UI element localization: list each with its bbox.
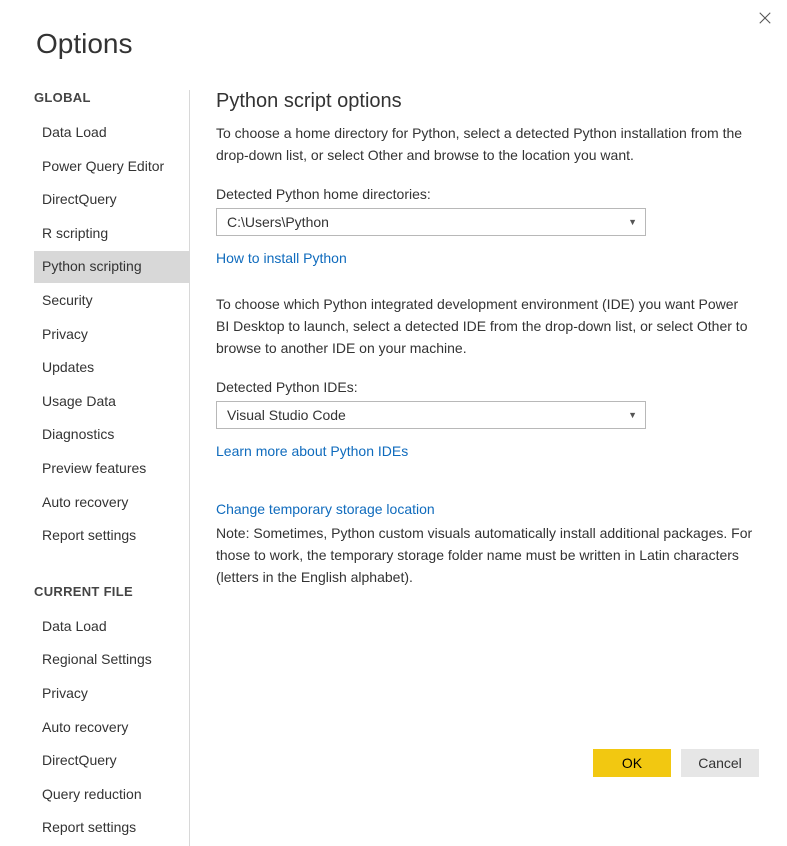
install-python-link[interactable]: How to install Python bbox=[216, 250, 347, 266]
sidebar-item-auto-recovery[interactable]: Auto recovery bbox=[34, 487, 189, 519]
chevron-down-icon: ▼ bbox=[628, 217, 637, 227]
dialog-footer: OK Cancel bbox=[593, 749, 759, 777]
close-icon bbox=[758, 11, 772, 25]
sidebar-item-power-query-editor[interactable]: Power Query Editor bbox=[34, 151, 189, 183]
sidebar-item-cf-auto-recovery[interactable]: Auto recovery bbox=[34, 712, 189, 744]
sidebar-item-data-load[interactable]: Data Load bbox=[34, 117, 189, 149]
python-ides-link[interactable]: Learn more about Python IDEs bbox=[216, 443, 408, 459]
sidebar-item-cf-data-load[interactable]: Data Load bbox=[34, 611, 189, 643]
window-title: Options bbox=[0, 0, 787, 60]
close-button[interactable] bbox=[755, 8, 775, 28]
page-heading: Python script options bbox=[216, 90, 753, 113]
ok-button[interactable]: OK bbox=[593, 749, 671, 777]
sidebar-item-diagnostics[interactable]: Diagnostics bbox=[34, 419, 189, 451]
sidebar-item-report-settings[interactable]: Report settings bbox=[34, 520, 189, 552]
sidebar-item-updates[interactable]: Updates bbox=[34, 352, 189, 384]
storage-location-link[interactable]: Change temporary storage location bbox=[216, 501, 435, 517]
sidebar-item-usage-data[interactable]: Usage Data bbox=[34, 386, 189, 418]
sidebar-item-security[interactable]: Security bbox=[34, 285, 189, 317]
sidebar-item-cf-privacy[interactable]: Privacy bbox=[34, 678, 189, 710]
sidebar-header-global: GLOBAL bbox=[34, 90, 189, 105]
ide-label: Detected Python IDEs: bbox=[216, 379, 753, 395]
main-panel: Python script options To choose a home d… bbox=[190, 90, 787, 846]
sidebar-item-preview-features[interactable]: Preview features bbox=[34, 453, 189, 485]
ide-dropdown[interactable]: Visual Studio Code ▼ bbox=[216, 401, 646, 429]
sidebar: GLOBAL Data Load Power Query Editor Dire… bbox=[0, 90, 190, 846]
sidebar-item-directquery[interactable]: DirectQuery bbox=[34, 184, 189, 216]
ide-value: Visual Studio Code bbox=[227, 407, 346, 423]
sidebar-item-r-scripting[interactable]: R scripting bbox=[34, 218, 189, 250]
sidebar-item-cf-query-reduction[interactable]: Query reduction bbox=[34, 779, 189, 811]
chevron-down-icon: ▼ bbox=[628, 410, 637, 420]
storage-note: Note: Sometimes, Python custom visuals a… bbox=[216, 523, 753, 588]
home-dir-dropdown[interactable]: C:\Users\Python ▼ bbox=[216, 208, 646, 236]
sidebar-item-cf-report-settings[interactable]: Report settings bbox=[34, 812, 189, 844]
sidebar-item-cf-directquery[interactable]: DirectQuery bbox=[34, 745, 189, 777]
sidebar-item-python-scripting[interactable]: Python scripting bbox=[34, 251, 189, 283]
sidebar-item-privacy[interactable]: Privacy bbox=[34, 319, 189, 351]
home-dir-description: To choose a home directory for Python, s… bbox=[216, 123, 753, 166]
sidebar-item-cf-regional-settings[interactable]: Regional Settings bbox=[34, 644, 189, 676]
ide-description: To choose which Python integrated develo… bbox=[216, 294, 753, 359]
home-dir-label: Detected Python home directories: bbox=[216, 186, 753, 202]
sidebar-header-current-file: CURRENT FILE bbox=[34, 584, 189, 599]
home-dir-value: C:\Users\Python bbox=[227, 214, 329, 230]
cancel-button[interactable]: Cancel bbox=[681, 749, 759, 777]
